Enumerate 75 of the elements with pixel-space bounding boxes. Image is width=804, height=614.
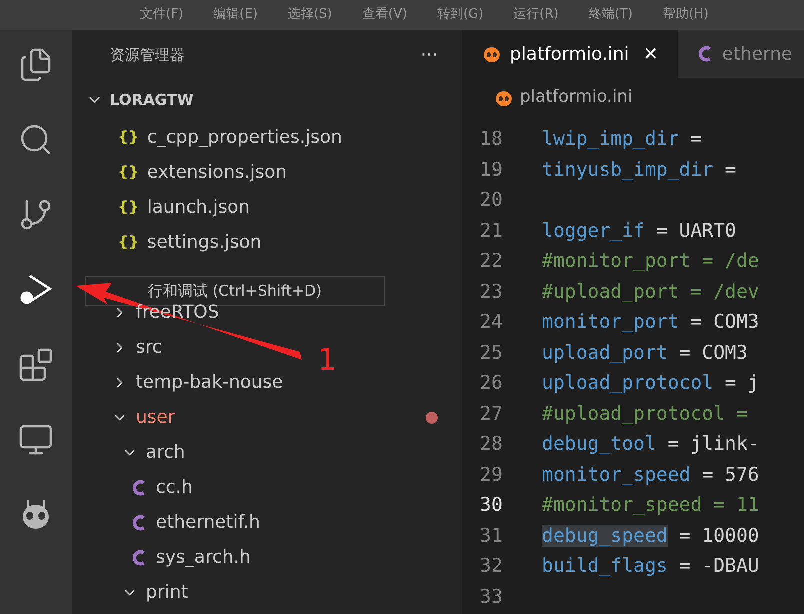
code-line: debug_speed = 10000 [542,524,760,548]
json-file-icon: {} [118,196,140,219]
tree-item[interactable]: user [72,400,462,435]
code-line: monitor_speed = 576 [542,462,760,488]
menu-item[interactable]: 选择(S) [288,5,332,25]
line-number: 22 [479,249,504,274]
tooltip: 行和调试 (Ctrl+Shift+D) [85,276,385,306]
code-line: monitor_port = COM3 [542,310,760,335]
tree-item[interactable]: src [72,330,162,365]
code-line: upload_port = COM3 [542,340,748,366]
tree-item[interactable]: print [72,575,188,610]
line-number: 28 [479,432,504,457]
c-file-icon [132,514,148,532]
item-label: print [146,581,188,605]
extensions-icon[interactable] [18,347,54,383]
code-line: logger_if = UART0 [542,218,736,244]
sidebar-title: 资源管理器 [110,44,185,66]
item-label: cc.h [156,476,193,500]
json-file-icon: {} [118,126,140,149]
breadcrumb[interactable]: platformio.ini [462,78,804,118]
item-label: ethernetif.h [156,511,260,535]
line-number: 20 [479,188,504,213]
tree-item[interactable]: temp-bak-nouse [72,365,284,400]
line-number: 26 [479,371,504,396]
tree-item[interactable]: {} extensions.json [72,155,462,190]
editor-tab[interactable]: platformio.ini ✕ [462,30,678,78]
code-comment: #upload_port = /dev [542,280,760,304]
line-number: 33 [479,584,504,610]
menu-item[interactable]: 运行(R) [514,5,559,25]
line-number: 18 [479,127,504,152]
root-folder-header[interactable]: LORAGTW [72,80,462,120]
code-line: build_flags = -DBAU [542,554,760,579]
tree-item[interactable]: {} c_cpp_properties.json [72,120,462,155]
tree-item[interactable]: {} launch.json [72,190,462,225]
menu-item[interactable]: 转到(G) [437,5,484,25]
code-comment: #upload_protocol = [542,402,748,426]
code-line: debug_tool = jlink- [542,432,760,457]
item-label: arch [146,441,186,465]
line-number: 19 [479,158,504,182]
line-number: 24 [479,310,504,335]
item-label: user [136,406,176,430]
menu-item[interactable]: 编辑(E) [214,5,258,25]
annotation-number: 1 [318,342,338,380]
line-number: 21 [479,218,504,244]
line-number: 32 [479,554,504,579]
menu-item[interactable]: 查看(V) [362,5,408,25]
menu-item[interactable]: 终端(T) [588,5,633,25]
item-label: src [136,336,162,360]
tree-item[interactable]: {} settings.json [72,225,462,260]
line-number: 30 [479,493,504,518]
menu-item[interactable]: 文件(F) [140,5,184,25]
line-number: 25 [479,340,504,366]
tree-item[interactable]: cc.h [72,470,193,505]
c-file-icon [132,478,148,496]
code-comment: #monitor_speed = 11 [542,493,760,518]
json-file-icon: {} [118,231,140,254]
editor-tab[interactable]: etherne [678,30,804,78]
line-number: 23 [479,280,504,304]
item-label: temp-bak-nouse [136,371,284,395]
json-file-icon: {} [118,161,140,184]
more-actions-button[interactable]: ··· [420,42,438,68]
code-comment: #monitor_port = /de [542,249,760,274]
close-icon[interactable]: ✕ [643,40,658,68]
c-file-icon [132,548,148,566]
code-line: tinyusb_imp_dir = [542,158,736,182]
code-line: lwip_imp_dir = [542,127,702,152]
line-number: 29 [479,462,504,488]
tree-item[interactable]: ethernetif.h [72,505,260,540]
menu-item[interactable]: 帮助(H) [662,5,709,25]
line-number: 27 [479,402,504,426]
code-line: upload_protocol = j [542,371,760,396]
tree-item[interactable]: arch [72,435,186,470]
item-label: sys_arch.h [156,546,251,570]
tree-item[interactable]: sys_arch.h [72,540,251,575]
line-number: 31 [479,524,504,548]
